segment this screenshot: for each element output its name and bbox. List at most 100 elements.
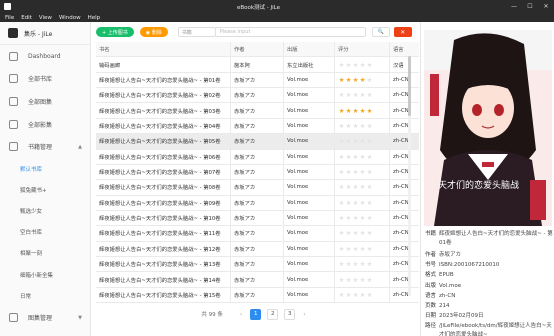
table-row[interactable]: 辉夜姬想让人告白~天才们的恋爱头脑战~ - 第09卷 赤坂アカ Vol.moe ★ ★ ★… [96, 195, 419, 211]
star-icon[interactable]: ★ [359, 76, 366, 84]
star-icon[interactable]: ★ [352, 153, 359, 161]
sidebar-item-all-books[interactable]: 全部书库 [0, 68, 90, 91]
upload-book-button[interactable]: + 上传图书 [96, 27, 134, 37]
search-input[interactable]: Please input [215, 27, 366, 37]
star-icon[interactable]: ★ [366, 76, 373, 84]
star-icon[interactable]: ★ [359, 245, 366, 253]
sidebar-subitem[interactable]: 甄选少女 [0, 200, 90, 221]
menu-edit[interactable]: Edit [21, 15, 32, 21]
star-icon[interactable]: ★ [338, 107, 345, 115]
star-icon[interactable]: ★ [366, 214, 373, 222]
star-icon[interactable]: ★ [352, 245, 359, 253]
table-row[interactable]: 辉夜姬想让人告白~天才们的恋爱头脑战~ - 第06卷 赤坂アカ Vol.moe ★ ★ ★… [96, 149, 419, 165]
sidebar-group-galleries[interactable]: 图集管理 ▼ [0, 306, 90, 329]
table-row[interactable]: 辉夜姬想让人告白~天才们的恋爱头脑战~ - 第08卷 赤坂アカ Vol.moe ★ ★ ★… [96, 180, 419, 196]
table-row[interactable]: 辉夜姬想让人告白~天才们的恋爱头脑战~ - 第01卷 赤坂アカ Vol.moe ★ ★ ★… [96, 72, 419, 89]
star-icon[interactable]: ★ [366, 245, 373, 253]
prev-page-button[interactable]: ‹ [240, 311, 242, 318]
star-icon[interactable]: ★ [345, 245, 352, 253]
cell-rating[interactable]: ★ ★ ★ ★ ★ [335, 226, 390, 241]
star-icon[interactable]: ★ [345, 183, 352, 191]
star-icon[interactable]: ★ [338, 61, 345, 69]
star-icon[interactable]: ★ [359, 107, 366, 115]
table-row[interactable]: 辉夜姬想让人告白~天才们的恋爱头脑战~ - 第15卷 赤坂アカ Vol.moe ★ ★ ★… [96, 287, 419, 304]
star-icon[interactable]: ★ [352, 260, 359, 268]
star-icon[interactable]: ★ [352, 291, 359, 299]
star-icon[interactable]: ★ [352, 199, 359, 207]
star-icon[interactable]: ★ [352, 183, 359, 191]
star-icon[interactable]: ★ [366, 153, 373, 161]
star-icon[interactable]: ★ [338, 168, 345, 176]
star-icon[interactable]: ★ [338, 199, 345, 207]
star-icon[interactable]: ★ [352, 91, 359, 99]
close-window-button[interactable]: ✕ [538, 3, 554, 10]
page-2-button[interactable]: 2 [267, 308, 279, 320]
star-icon[interactable]: ★ [338, 137, 345, 145]
cell-rating[interactable]: ★ ★ ★ ★ ★ [335, 164, 390, 180]
star-icon[interactable]: ★ [359, 260, 366, 268]
star-icon[interactable]: ★ [359, 183, 366, 191]
cell-rating[interactable]: ★ ★ ★ ★ ★ [335, 134, 390, 149]
cell-rating[interactable]: ★ ★ ★ ★ ★ [335, 257, 390, 272]
table-row[interactable]: 辉夜姬想让人告白~天才们的恋爱头脑战~ - 第14卷 赤坂アカ Vol.moe ★ ★ ★… [96, 272, 419, 288]
search-type-select[interactable]: 书籍 [177, 27, 216, 37]
column-header-rating[interactable]: 评分 [335, 42, 390, 57]
menu-window[interactable]: Window [59, 15, 81, 21]
sidebar-item-all-videos[interactable]: 全部影集 [0, 113, 90, 136]
star-icon[interactable]: ★ [345, 76, 352, 84]
star-icon[interactable]: ★ [338, 276, 345, 284]
cell-rating[interactable]: ★ ★ ★ ★ ★ [335, 118, 390, 134]
star-icon[interactable]: ★ [352, 61, 359, 69]
star-icon[interactable]: ★ [366, 183, 373, 191]
sidebar-subitem[interactable]: 空白书库 [0, 222, 90, 243]
star-icon[interactable]: ★ [345, 168, 352, 176]
page-3-button[interactable]: 3 [284, 308, 296, 320]
star-icon[interactable]: ★ [345, 122, 352, 130]
star-icon[interactable]: ★ [345, 91, 352, 99]
star-icon[interactable]: ★ [352, 214, 359, 222]
table-row[interactable]: 辉夜姬想让人告白~天才们的恋爱头脑战~ - 第05卷 赤坂アカ Vol.moe ★ ★ ★… [96, 134, 419, 150]
star-icon[interactable]: ★ [345, 153, 352, 161]
star-icon[interactable]: ★ [345, 137, 352, 145]
sidebar-subitem[interactable]: 相聚一刻 [0, 243, 90, 264]
cell-rating[interactable]: ★ ★ ★ ★ ★ [335, 180, 390, 195]
sidebar-subitem[interactable]: 日常 [0, 285, 90, 306]
star-icon[interactable]: ★ [352, 276, 359, 284]
table-row[interactable]: 辉夜姬想让人告白~天才们的恋爱头脑战~ - 第11卷 赤坂アカ Vol.moe ★ ★ ★… [96, 226, 419, 242]
star-icon[interactable]: ★ [366, 137, 373, 145]
table-row[interactable]: 辉夜姬想让人告白~天才们的恋爱头脑战~ - 第04卷 赤坂アカ Vol.moe ★ ★ ★… [96, 118, 419, 135]
sidebar-item-all-galleries[interactable]: 全部图集 [0, 90, 90, 113]
cell-rating[interactable]: ★ ★ ★ ★ ★ [335, 72, 390, 88]
cell-rating[interactable]: ★ ★ ★ ★ ★ [335, 210, 390, 226]
star-icon[interactable]: ★ [359, 61, 366, 69]
star-icon[interactable]: ★ [345, 276, 352, 284]
star-icon[interactable]: ★ [359, 291, 366, 299]
sidebar-item-dashboard[interactable]: Dashboard [0, 45, 90, 68]
star-icon[interactable]: ★ [338, 183, 345, 191]
star-icon[interactable]: ★ [338, 245, 345, 253]
star-icon[interactable]: ★ [359, 122, 366, 130]
minimize-button[interactable]: — [506, 3, 522, 10]
sidebar-subitem[interactable]: 狐兔藏书+ [0, 179, 90, 200]
table-row[interactable]: 辉夜姬想让人告白~天才们的恋爱头脑战~ - 第10卷 赤坂アカ Vol.moe ★ ★ ★… [96, 210, 419, 227]
star-icon[interactable]: ★ [338, 122, 345, 130]
maximize-button[interactable]: ☐ [522, 3, 538, 10]
star-icon[interactable]: ★ [359, 153, 366, 161]
cell-rating[interactable]: ★ ★ ★ ★ ★ [335, 149, 390, 164]
star-icon[interactable]: ★ [359, 137, 366, 145]
table-row[interactable]: 辉夜姬想让人告白~天才们的恋爱头脑战~ - 第13卷 赤坂アカ Vol.moe ★ ★ ★… [96, 257, 419, 273]
star-icon[interactable]: ★ [366, 229, 373, 237]
star-icon[interactable]: ★ [345, 199, 352, 207]
star-icon[interactable]: ★ [345, 61, 352, 69]
cell-rating[interactable]: ★ ★ ★ ★ ★ [335, 287, 390, 303]
cell-rating[interactable]: ★ ★ ★ ★ ★ [335, 103, 390, 118]
column-header-author[interactable]: 作者 [231, 42, 284, 57]
star-icon[interactable]: ★ [338, 91, 345, 99]
cell-rating[interactable]: ★ ★ ★ ★ ★ [335, 195, 390, 210]
search-button[interactable]: 🔍 [371, 27, 390, 37]
star-icon[interactable]: ★ [338, 153, 345, 161]
cell-rating[interactable]: ★ ★ ★ ★ ★ [335, 88, 390, 103]
star-icon[interactable]: ★ [338, 76, 345, 84]
star-icon[interactable]: ★ [366, 61, 373, 69]
star-icon[interactable]: ★ [345, 291, 352, 299]
